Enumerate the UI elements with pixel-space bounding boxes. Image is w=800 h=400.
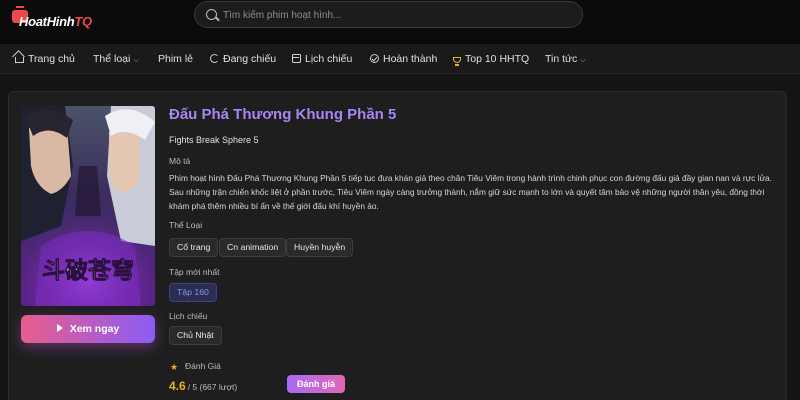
trophy-icon	[453, 57, 461, 66]
poster-image: 斗破苍穹	[21, 106, 155, 306]
nav-top10-label: Top 10 HHTQ	[465, 53, 530, 65]
genre-label: Thể Loại	[169, 220, 203, 230]
genre-tag[interactable]: Cổ trang	[169, 238, 219, 257]
top-bar: HoatHinhTQ	[0, 0, 800, 44]
movie-title: Đấu Phá Thương Khung Phần 5	[169, 106, 397, 123]
rating-count: / 5 (667 lượt)	[187, 382, 238, 392]
movie-detail-card: 斗破苍穹 Xem ngay Đấu Phá Thương Khung Phần …	[8, 91, 787, 400]
search-input[interactable]	[223, 7, 563, 23]
nav-news[interactable]: Tin tức ⌵	[545, 44, 586, 74]
nav-home-label: Trang chủ	[28, 53, 75, 65]
latest-episode-badge[interactable]: Tập 160	[169, 283, 217, 302]
chevron-down-icon: ⌵	[580, 57, 586, 64]
nav-single[interactable]: Phim lẻ	[158, 44, 193, 74]
nav-single-label: Phim lẻ	[158, 53, 194, 65]
play-icon	[56, 324, 63, 332]
main-nav: Trang chủ Thể loại ⌵ Phim lẻ Đang chiếu L…	[0, 44, 800, 74]
movie-poster: 斗破苍穹	[21, 106, 155, 306]
nav-completed-label: Hoàn thành	[383, 53, 438, 65]
logo-text-main: HoatHinh	[19, 14, 75, 29]
genre-tag[interactable]: Cn animation	[219, 238, 287, 257]
star-icon: ★	[170, 362, 179, 372]
movie-subtitle: Fights Break Sphere 5	[169, 135, 259, 145]
home-icon	[15, 57, 24, 63]
nav-schedule-label: Lịch chiếu	[305, 53, 353, 65]
nav-news-label: Tin tức	[545, 53, 578, 65]
search-icon[interactable]	[206, 9, 217, 20]
rating: 4.6/ 5 (667 lượt)	[169, 377, 237, 395]
calendar-icon	[292, 54, 301, 63]
nav-home[interactable]: Trang chủ	[15, 44, 75, 74]
rating-score: 4.6	[169, 379, 186, 393]
schedule-day-badge: Chủ Nhật	[169, 326, 222, 345]
rate-button[interactable]: Đánh giá	[287, 375, 345, 393]
chevron-down-icon: ⌵	[133, 57, 139, 64]
nav-schedule[interactable]: Lịch chiếu	[292, 44, 352, 74]
description-label: Mô tả	[169, 156, 191, 166]
search-bar	[194, 1, 583, 28]
check-circle-icon	[370, 54, 379, 63]
nav-top10[interactable]: Top 10 HHTQ	[453, 44, 529, 74]
poster-logo-text: 斗破苍穹	[42, 257, 134, 284]
nav-genre-label: Thể loại	[93, 53, 131, 65]
nav-genre[interactable]: Thể loại ⌵	[93, 44, 139, 74]
watch-now-button[interactable]: Xem ngay	[21, 315, 155, 343]
nav-airing-label: Đang chiếu	[223, 53, 277, 65]
logo-text-accent: TQ	[74, 14, 92, 29]
refresh-icon	[210, 54, 219, 63]
watch-now-label: Xem ngay	[69, 323, 120, 335]
genre-tag[interactable]: Huyền huyễn	[286, 238, 354, 257]
nav-completed[interactable]: Hoàn thành	[370, 44, 437, 74]
latest-episode-label: Tập mới nhất	[169, 267, 220, 277]
schedule-label: Lịch chiếu	[169, 311, 208, 321]
movie-description: Phim hoạt hình Đấu Phá Thương Khung Phần…	[169, 173, 772, 211]
rating-label: Đánh Giá	[185, 361, 221, 371]
nav-airing[interactable]: Đang chiếu	[210, 44, 276, 74]
site-logo[interactable]: HoatHinhTQ	[12, 6, 92, 39]
